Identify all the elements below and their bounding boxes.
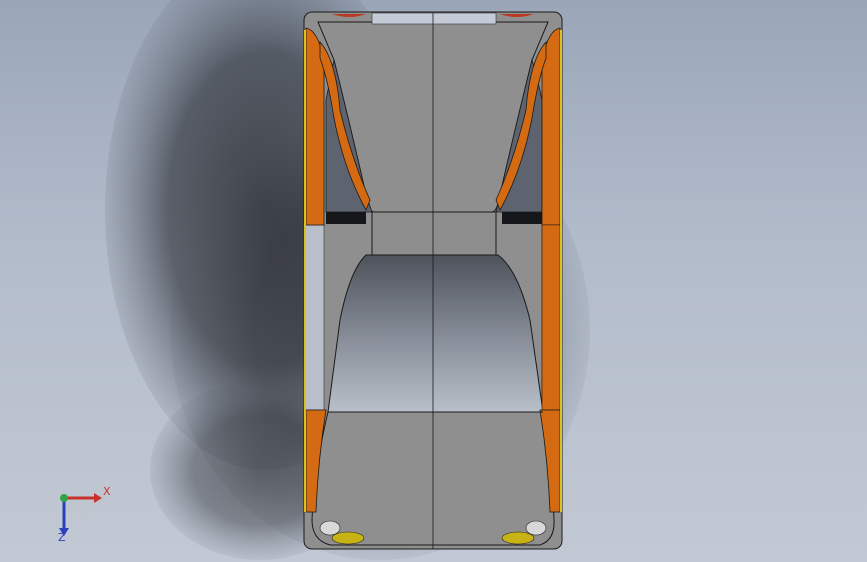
x-axis-label: X <box>103 485 111 498</box>
y-axis-dot <box>60 494 68 502</box>
left-mirror <box>326 212 366 224</box>
x-axis-arrowhead <box>94 493 102 503</box>
rear-window <box>327 254 544 413</box>
front-bumper-glass <box>371 12 497 25</box>
roof <box>371 211 497 256</box>
graphics-viewport[interactable]: X Z <box>0 0 867 562</box>
right-mirror <box>502 212 542 224</box>
reference-triad: X Z <box>40 480 120 550</box>
car-body[interactable] <box>303 11 563 550</box>
left-side-strip <box>303 224 325 411</box>
triad-shade <box>64 498 95 524</box>
z-axis-label: Z <box>58 531 66 544</box>
right-side-panel <box>541 224 561 411</box>
model-scene[interactable] <box>0 0 867 562</box>
